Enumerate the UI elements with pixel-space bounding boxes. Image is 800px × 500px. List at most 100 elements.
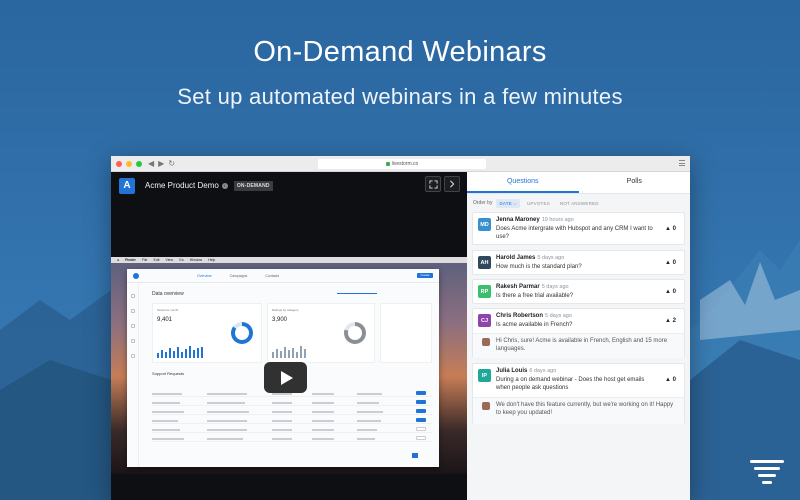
answer-item: We don't have this feature currently, bu… — [473, 397, 684, 424]
demo-nav-tab: Overview — [197, 273, 212, 278]
question-text: During a on demand webinar - Does the ho… — [496, 377, 645, 391]
upvote-button[interactable]: ▲ 0 — [665, 260, 676, 266]
demo-card-value: 3,900 — [272, 317, 288, 323]
tab-polls[interactable]: Polls — [579, 172, 691, 193]
demo-app-sidebar — [127, 283, 139, 467]
question-item: IP Julia Louis 6 days ago During a on dem… — [472, 363, 685, 424]
video-header: A Acme Product Demo i ON-DEMAND — [111, 172, 467, 199]
table-row — [152, 427, 432, 433]
question-item: AH Harold James 5 days ago How much is th… — [472, 250, 685, 275]
next-button[interactable] — [444, 176, 460, 192]
demo-support-title: Support Requests — [152, 371, 185, 376]
minimize-window-button[interactable] — [126, 160, 132, 167]
demo-card-ratings: Ratings by category 3,900 — [267, 303, 375, 363]
mac-menubar: ● Finder File Edit View Go Window Help — [111, 257, 467, 263]
menubar-go: Go — [179, 258, 184, 262]
avatar: IP — [478, 369, 491, 382]
question-item: MD Jenna Maroney 19 hours ago Does Acme i… — [472, 212, 685, 245]
menubar-file: File — [141, 258, 148, 262]
maximize-window-button[interactable] — [136, 160, 142, 167]
hero-title: On-Demand Webinars — [253, 36, 547, 68]
expand-icon — [428, 179, 438, 189]
demo-mini-bar-chart — [272, 346, 306, 358]
demo-data-overview-title: Data overview — [152, 291, 184, 297]
question-author: Chris Robertson 5 days ago — [496, 313, 572, 319]
back-arrow-icon[interactable]: ◀ — [148, 159, 154, 168]
settings-icon — [130, 354, 135, 358]
question-time: 5 days ago — [537, 255, 565, 261]
chevron-right-icon — [450, 180, 455, 188]
demo-card-stats — [380, 303, 432, 363]
answer-item: Hi Chris, sure! Acme is available in Fre… — [473, 333, 684, 358]
question-time: 5 days ago — [545, 313, 572, 319]
question-author: Julia Louis 6 days ago — [496, 368, 557, 374]
play-button[interactable] — [264, 362, 307, 393]
order-by-label: Order by — [473, 200, 493, 206]
question-time: 6 days ago — [529, 368, 557, 374]
upvote-button[interactable]: ▲ 0 — [665, 226, 676, 232]
info-icon[interactable]: i — [221, 182, 228, 189]
expand-button[interactable] — [425, 176, 441, 192]
menubar-help: Help — [208, 258, 216, 262]
hamburger-menu-icon[interactable] — [679, 160, 685, 166]
avatar: CJ — [478, 314, 491, 327]
webinar-title: Acme Product Demo — [145, 181, 219, 190]
browser-window: ◀ ▶ ↻ livestorm.co A Acme Product Demo i… — [111, 156, 690, 500]
demo-card-label: Ratings by category — [272, 308, 299, 312]
order-date-chip[interactable]: DATE ⌵ — [496, 198, 520, 208]
tab-questions[interactable]: Questions — [467, 172, 579, 193]
table-row — [152, 436, 432, 442]
question-author: Rakesh Parmar 5 days ago — [496, 284, 569, 290]
order-upvotes-chip[interactable]: UPVOTES — [524, 199, 553, 208]
forward-arrow-icon[interactable]: ▶ — [158, 159, 164, 168]
browser-chrome: ◀ ▶ ↻ livestorm.co — [111, 156, 690, 172]
home-icon — [130, 294, 135, 298]
lock-icon — [385, 162, 390, 166]
answer-text: We don't have this feature currently, bu… — [496, 402, 674, 416]
menubar-edit: Edit — [153, 258, 160, 262]
avatar: RP — [478, 285, 491, 298]
question-text: Does Acme intergrate with Hubspot and an… — [496, 226, 653, 240]
close-window-button[interactable] — [116, 160, 122, 167]
demo-donut-chart — [231, 322, 253, 344]
table-row — [152, 418, 432, 424]
table-row — [152, 400, 432, 406]
upvote-button[interactable]: ▲ 2 — [665, 318, 676, 324]
question-text: Is acme available in French? — [496, 322, 573, 328]
upvote-button[interactable]: ▲ 0 — [665, 377, 676, 383]
order-by-bar: Order by DATE ⌵ UPVOTES NOT ANSWERED — [467, 194, 690, 212]
panel-tabs: Questions Polls — [467, 172, 690, 194]
demo-donut-chart — [344, 322, 366, 344]
avatar: AH — [478, 256, 491, 269]
order-not-answered-chip[interactable]: NOT ANSWERED — [557, 199, 602, 208]
demo-app-logo — [133, 272, 139, 279]
table-row — [152, 409, 432, 415]
question-author: Jenna Maroney 19 hours ago — [496, 217, 574, 223]
demo-nav-tab: Campaigns — [229, 273, 248, 278]
menubar-finder: Finder — [125, 258, 136, 262]
demo-nav-button: Create — [417, 273, 433, 278]
questions-panel: Questions Polls Order by DATE ⌵ UPVOTES … — [467, 172, 690, 500]
demo-progress-bar — [337, 293, 377, 294]
brand-logo-icon — [750, 460, 784, 488]
upvote-button[interactable]: ▲ 0 — [665, 289, 676, 295]
demo-mini-bar-chart — [157, 346, 203, 358]
url-text: livestorm.co — [391, 161, 419, 167]
question-author: Harold James 5 days ago — [496, 255, 565, 261]
question-time: 19 hours ago — [541, 217, 574, 223]
on-demand-badge: ON-DEMAND — [233, 180, 273, 191]
avatar: MD — [478, 218, 491, 231]
demo-pagination-active — [412, 453, 418, 458]
answer-text: Hi Chris, sure! Acme is available in Fre… — [496, 338, 668, 352]
host-avatar — [482, 338, 490, 346]
reload-icon[interactable]: ↻ — [168, 159, 175, 168]
folder-icon — [130, 324, 135, 328]
video-player[interactable]: A Acme Product Demo i ON-DEMAND ● Finder… — [111, 172, 467, 500]
question-item: CJ Chris Robertson 5 days ago Is acme ava… — [472, 308, 685, 358]
demo-card-value: 9,401 — [157, 317, 173, 323]
webinar-logo: A — [119, 177, 135, 194]
chat-icon — [130, 309, 135, 313]
apple-icon: ● — [117, 258, 120, 262]
url-bar[interactable]: livestorm.co — [318, 159, 486, 169]
hero-subtitle: Set up automated webinars in a few minut… — [177, 84, 623, 109]
